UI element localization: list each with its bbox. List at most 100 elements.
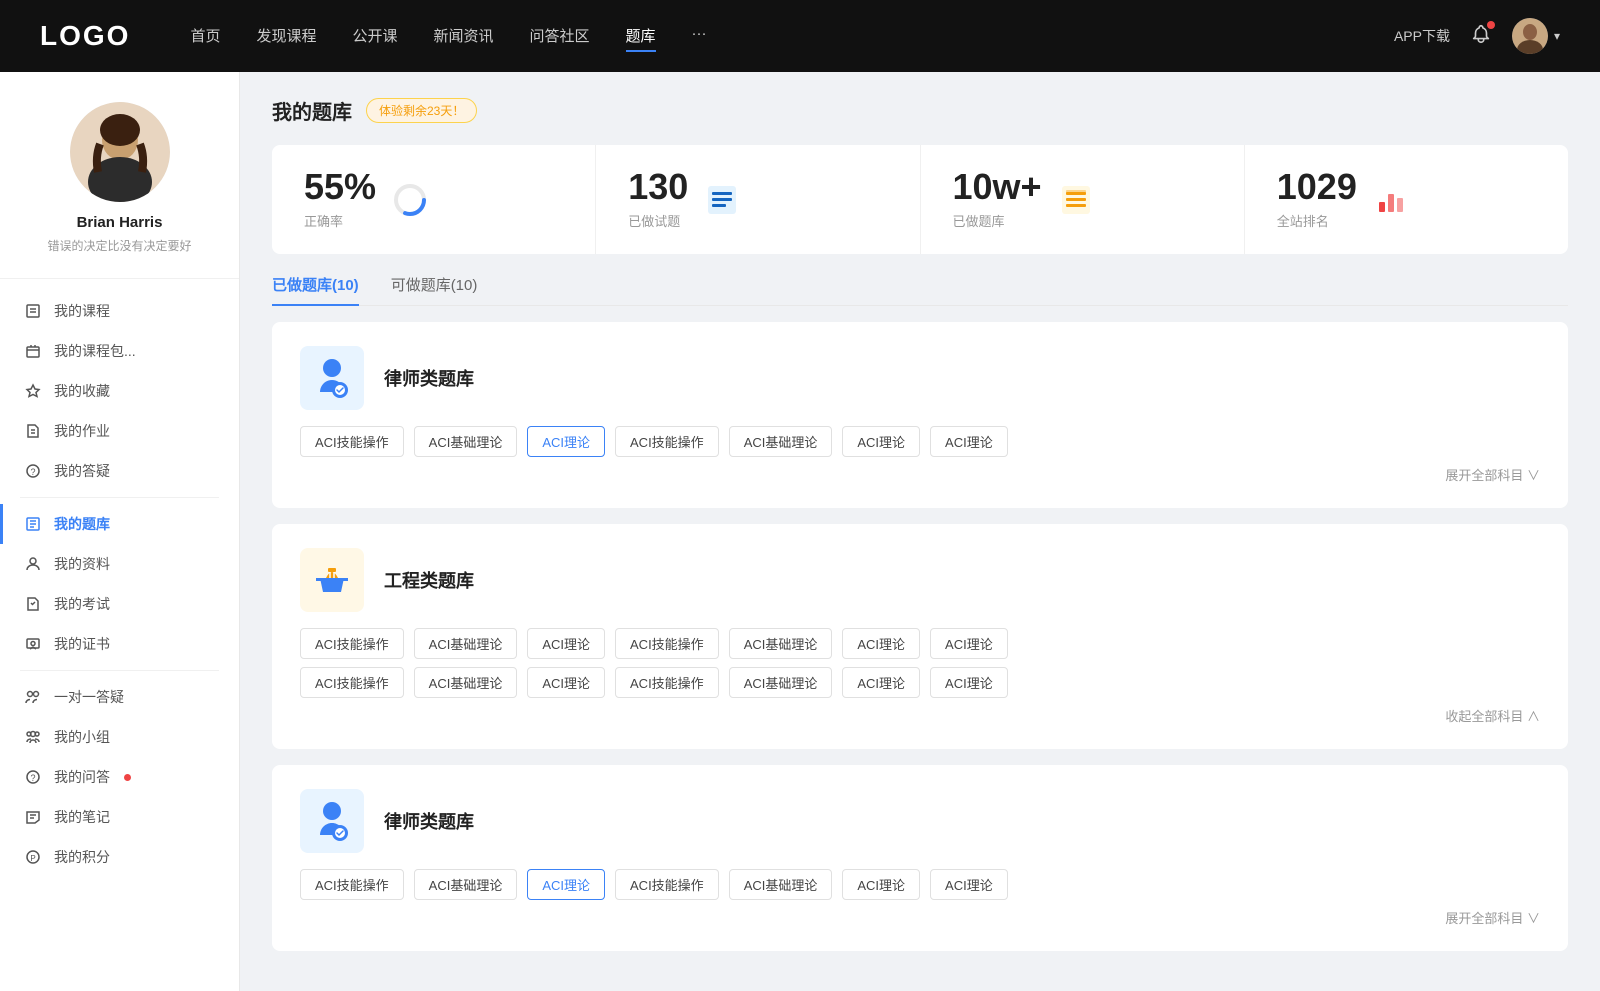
qbank-card-lawyer-2: 律师类题库 ACI技能操作 ACI基础理论 ACI理论 ACI技能操作 ACI基…: [272, 765, 1568, 951]
sidebar-label-one-on-one: 一对一答疑: [54, 687, 124, 707]
sidebar-item-my-cert[interactable]: 我的证书: [0, 624, 239, 664]
sidebar-label-my-courses: 我的课程: [54, 301, 110, 321]
expand-link-lawyer-1[interactable]: 展开全部科目 ∨: [300, 465, 1540, 484]
sidebar-item-my-packages[interactable]: 我的课程包...: [0, 331, 239, 371]
qbank-header-lawyer-2: 律师类题库: [300, 789, 1540, 853]
sidebar-label-my-packages: 我的课程包...: [54, 341, 136, 361]
tag-eng1-r1-4[interactable]: ACI基础理论: [729, 628, 833, 659]
qbank-tags-lawyer-2: ACI技能操作 ACI基础理论 ACI理论 ACI技能操作 ACI基础理论 AC…: [300, 869, 1540, 900]
qbank-tags-engineer-1-row2: ACI技能操作 ACI基础理论 ACI理论 ACI技能操作 ACI基础理论 AC…: [300, 667, 1540, 698]
tag-eng1-r2-4[interactable]: ACI基础理论: [729, 667, 833, 698]
svg-text:?: ?: [30, 467, 35, 477]
sidebar-item-one-on-one[interactable]: 一对一答疑: [0, 677, 239, 717]
tag-eng1-r2-1[interactable]: ACI基础理论: [414, 667, 518, 698]
nav-qa[interactable]: 问答社区: [530, 21, 590, 52]
navbar: LOGO 首页 发现课程 公开课 新闻资讯 问答社区 题库 ··· APP下载 …: [0, 0, 1600, 72]
sidebar-item-my-courses[interactable]: 我的课程: [0, 291, 239, 331]
tag-lawyer2-2[interactable]: ACI理论: [527, 869, 605, 900]
oneone-icon: [24, 688, 42, 706]
star-icon: [24, 382, 42, 400]
tag-lawyer2-0[interactable]: ACI技能操作: [300, 869, 404, 900]
question-icon: ?: [24, 768, 42, 786]
nav-qbank[interactable]: 题库: [626, 21, 656, 52]
tag-eng1-r2-0[interactable]: ACI技能操作: [300, 667, 404, 698]
sidebar-item-my-homework[interactable]: 我的作业: [0, 411, 239, 451]
nav-more[interactable]: ···: [692, 21, 707, 52]
svg-text:?: ?: [30, 773, 35, 783]
homework-icon: [24, 422, 42, 440]
sidebar-label-my-cert: 我的证书: [54, 634, 110, 654]
nav-public[interactable]: 公开课: [352, 21, 397, 52]
stat-banks-text: 10w+ 已做题库: [953, 169, 1042, 230]
sidebar-item-my-favorites[interactable]: 我的收藏: [0, 371, 239, 411]
tag-eng1-r1-3[interactable]: ACI技能操作: [615, 628, 719, 659]
qbank-engineer-icon-wrap: [300, 548, 364, 612]
tag-lawyer2-3[interactable]: ACI技能操作: [615, 869, 719, 900]
sidebar-item-my-questions[interactable]: ? 我的问答: [0, 757, 239, 797]
rank-icon: [1373, 182, 1409, 218]
stat-done-text: 130 已做试题: [628, 169, 688, 230]
qbank-name-engineer-1: 工程类题库: [384, 567, 474, 593]
nav-right: APP下载 ▾: [1394, 18, 1560, 54]
nav-discover[interactable]: 发现课程: [256, 21, 316, 52]
tag-eng1-r1-5[interactable]: ACI理论: [842, 628, 920, 659]
qbank-name-lawyer-2: 律师类题库: [384, 808, 474, 834]
stat-rank-value: 1029: [1277, 169, 1357, 205]
donut-svg: [392, 182, 428, 218]
tag-lawyer1-4[interactable]: ACI基础理论: [729, 426, 833, 457]
tag-lawyer1-1[interactable]: ACI基础理论: [414, 426, 518, 457]
avatar-image: [1512, 18, 1548, 54]
points-icon: P: [24, 848, 42, 866]
bank-svg: [1058, 182, 1094, 218]
svg-text:P: P: [30, 854, 35, 863]
tag-lawyer2-6[interactable]: ACI理论: [930, 869, 1008, 900]
stat-accuracy: 55% 正确率: [272, 145, 596, 254]
sidebar-item-my-qa[interactable]: ? 我的答疑: [0, 451, 239, 491]
collapse-link-engineer-1[interactable]: 收起全部科目 ∧: [300, 706, 1540, 725]
sidebar-item-my-points[interactable]: P 我的积分: [0, 837, 239, 877]
qbank-tags-lawyer-1: ACI技能操作 ACI基础理论 ACI理论 ACI技能操作 ACI基础理论 AC…: [300, 426, 1540, 457]
tag-eng1-r2-3[interactable]: ACI技能操作: [615, 667, 719, 698]
main-content: 我的题库 体验剩余23天！ 55% 正确率: [240, 72, 1600, 991]
tag-eng1-r2-6[interactable]: ACI理论: [930, 667, 1008, 698]
sidebar-label-my-exam: 我的考试: [54, 594, 110, 614]
sidebar-item-my-profile[interactable]: 我的资料: [0, 544, 239, 584]
tag-eng1-r2-5[interactable]: ACI理论: [842, 667, 920, 698]
nav-home[interactable]: 首页: [190, 21, 220, 52]
tag-eng1-r1-6[interactable]: ACI理论: [930, 628, 1008, 659]
profile-avatar-image: [70, 102, 170, 202]
sidebar-item-my-qbank[interactable]: 我的题库: [0, 504, 239, 544]
notification-badge: [1487, 21, 1495, 29]
stat-ranking: 1029 全站排名: [1245, 145, 1568, 254]
profile-motto: 错误的决定比没有决定要好: [47, 237, 191, 254]
tag-lawyer2-5[interactable]: ACI理论: [842, 869, 920, 900]
notification-bell[interactable]: [1470, 23, 1492, 50]
tag-lawyer2-4[interactable]: ACI基础理论: [729, 869, 833, 900]
tag-lawyer1-0[interactable]: ACI技能操作: [300, 426, 404, 457]
qbank-name-lawyer-1: 律师类题库: [384, 365, 474, 391]
user-avatar-wrap[interactable]: ▾: [1512, 18, 1560, 54]
expand-link-lawyer-2[interactable]: 展开全部科目 ∨: [300, 908, 1540, 927]
app-download-button[interactable]: APP下载: [1394, 26, 1450, 46]
tag-lawyer1-6[interactable]: ACI理论: [930, 426, 1008, 457]
qbank-header-lawyer-1: 律师类题库: [300, 346, 1540, 410]
tag-lawyer1-3[interactable]: ACI技能操作: [615, 426, 719, 457]
tab-todo[interactable]: 可做题库(10): [391, 274, 478, 305]
qbank-card-engineer-1: 工程类题库 ACI技能操作 ACI基础理论 ACI理论 ACI技能操作 ACI基…: [272, 524, 1568, 749]
sidebar-label-my-questions: 我的问答: [54, 767, 110, 787]
nav-news[interactable]: 新闻资讯: [434, 21, 494, 52]
tag-lawyer2-1[interactable]: ACI基础理论: [414, 869, 518, 900]
tabs-bar: 已做题库(10) 可做题库(10): [272, 274, 1568, 306]
tag-eng1-r1-1[interactable]: ACI基础理论: [414, 628, 518, 659]
stat-accuracy-value: 55%: [304, 169, 376, 205]
tag-eng1-r2-2[interactable]: ACI理论: [527, 667, 605, 698]
tag-eng1-r1-2[interactable]: ACI理论: [527, 628, 605, 659]
tag-lawyer1-5[interactable]: ACI理论: [842, 426, 920, 457]
tag-eng1-r1-0[interactable]: ACI技能操作: [300, 628, 404, 659]
sidebar-item-my-group[interactable]: 我的小组: [0, 717, 239, 757]
tag-lawyer1-2[interactable]: ACI理论: [527, 426, 605, 457]
tab-done[interactable]: 已做题库(10): [272, 274, 359, 305]
sidebar-item-my-notes[interactable]: 我的笔记: [0, 797, 239, 837]
sidebar-item-my-exam[interactable]: 我的考试: [0, 584, 239, 624]
main-layout: Brian Harris 错误的决定比没有决定要好 我的课程 我的课程包...: [0, 72, 1600, 991]
